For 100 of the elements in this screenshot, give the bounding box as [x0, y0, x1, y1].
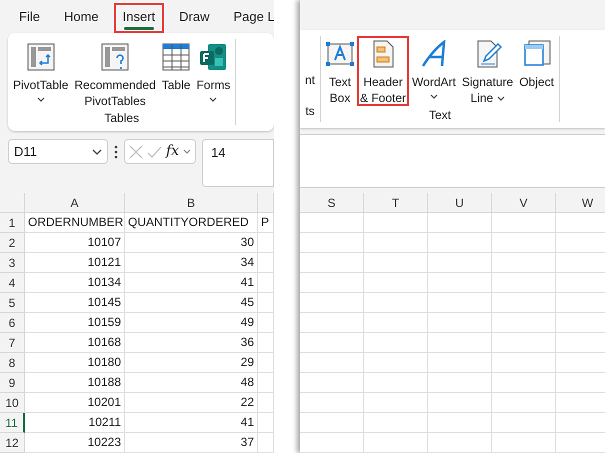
pivot-table-icon — [26, 43, 55, 72]
table-cell — [258, 433, 274, 453]
table-cell — [258, 293, 274, 313]
table-cell — [428, 433, 492, 453]
row-header: 11 — [0, 413, 25, 433]
table-cell — [300, 213, 364, 233]
text-box-icon — [326, 40, 354, 68]
ribbon-tab[interactable]: Insert — [114, 2, 164, 34]
row-header: 1 — [0, 213, 25, 233]
table-cell — [428, 253, 492, 273]
table-cell — [428, 333, 492, 353]
chevron-down-icon — [430, 94, 438, 100]
table-cell — [300, 313, 364, 333]
table-cell — [364, 433, 428, 453]
row-header: 9 — [0, 373, 25, 393]
table-cell — [300, 393, 364, 413]
table-cell: 49 — [125, 313, 258, 333]
table-cell: 48 — [125, 373, 258, 393]
group-label: ts — [304, 103, 316, 120]
forms-icon — [199, 43, 228, 72]
select-all-corner[interactable] — [0, 193, 25, 213]
group-label: Text — [428, 107, 452, 124]
table-cell — [492, 253, 556, 273]
table-cell — [364, 233, 428, 253]
table-cell — [428, 273, 492, 293]
column-header: T — [364, 193, 428, 213]
column-header[interactable] — [258, 193, 274, 213]
table-cell — [428, 213, 492, 233]
ribbon-button[interactable]: Text Box — [323, 36, 358, 106]
table-cell — [258, 233, 274, 253]
pivot-table-question-icon — [101, 43, 130, 72]
table-cell — [492, 293, 556, 313]
ribbon-tab[interactable]: Home — [54, 2, 108, 34]
ribbon-button[interactable]: Header & Footer — [357, 36, 410, 106]
table-cell: 10223 — [25, 433, 125, 453]
table-cell: 41 — [125, 413, 258, 433]
table-cell — [492, 233, 556, 253]
column-header[interactable]: A — [25, 193, 125, 213]
window-icon — [522, 40, 551, 68]
table-cell — [300, 273, 364, 293]
name-box[interactable]: D11 — [8, 139, 108, 164]
table-cell — [258, 393, 274, 413]
table-cell — [492, 213, 556, 233]
table-cell: 36 — [125, 333, 258, 353]
table-cell — [364, 333, 428, 353]
table-cell: 10188 — [25, 373, 125, 393]
chevron-down-icon — [496, 96, 505, 102]
ribbon-button[interactable]: nt — [302, 36, 318, 102]
table-cell: 22 — [125, 393, 258, 413]
table-cell — [492, 433, 556, 453]
table-cell — [300, 253, 364, 273]
ribbon-button[interactable]: PivotTable — [10, 39, 72, 110]
table-cell: 10180 — [25, 353, 125, 373]
table-cell — [258, 373, 274, 393]
chevron-down-icon — [36, 97, 45, 104]
table-cell — [428, 313, 492, 333]
ribbon-button[interactable]: Object — [516, 36, 557, 106]
ribbon-tab[interactable]: Page L — [224, 2, 274, 34]
table-cell: 10201 — [25, 393, 125, 413]
chevron-down-icon — [209, 97, 218, 104]
table-icon — [162, 43, 190, 72]
ribbon-button[interactable]: Signature Line — [458, 36, 516, 106]
table-cell: QUANTITYORDERED — [125, 213, 258, 233]
row-header: 6 — [0, 313, 25, 333]
table-cell: 41 — [125, 273, 258, 293]
row-header: 10 — [0, 393, 25, 413]
table-cell — [258, 353, 274, 373]
table-cell — [492, 353, 556, 373]
table-cell — [364, 373, 428, 393]
table-cell: 10168 — [25, 333, 125, 353]
table-cell — [428, 353, 492, 373]
insert-function-button[interactable]: fx — [166, 141, 180, 162]
ribbon-tab[interactable]: Draw — [170, 2, 218, 34]
table-cell — [492, 413, 556, 433]
column-header[interactable]: B — [125, 193, 258, 213]
row-header: 7 — [0, 333, 25, 353]
cancel-icon — [129, 144, 143, 159]
column-header: V — [492, 193, 556, 213]
table-cell: 34 — [125, 253, 258, 273]
ribbon-button[interactable]: Table — [158, 39, 194, 110]
table-cell — [258, 313, 274, 333]
group-label: Tables — [103, 110, 140, 128]
table-cell: 10121 — [25, 253, 125, 273]
table-cell — [258, 253, 274, 273]
table-cell — [492, 313, 556, 333]
check-icon — [147, 144, 162, 159]
more-options-icon — [114, 145, 118, 160]
table-cell: ORDERNUMBER — [25, 213, 125, 233]
table-cell: 29 — [125, 353, 258, 373]
table-cell: 10211 — [25, 413, 125, 433]
ribbon-button[interactable]: WordArt — [409, 36, 459, 106]
stylized-letter-icon — [420, 40, 448, 68]
ribbon-button[interactable]: Recommended PivotTables — [71, 39, 159, 110]
table-cell — [492, 273, 556, 293]
ribbon-tab[interactable]: File — [10, 2, 49, 34]
table-cell — [364, 253, 428, 273]
formula-field[interactable]: 14 — [202, 139, 274, 188]
table-cell — [428, 393, 492, 413]
table-cell — [428, 293, 492, 313]
ribbon-button[interactable]: Forms — [193, 39, 234, 110]
